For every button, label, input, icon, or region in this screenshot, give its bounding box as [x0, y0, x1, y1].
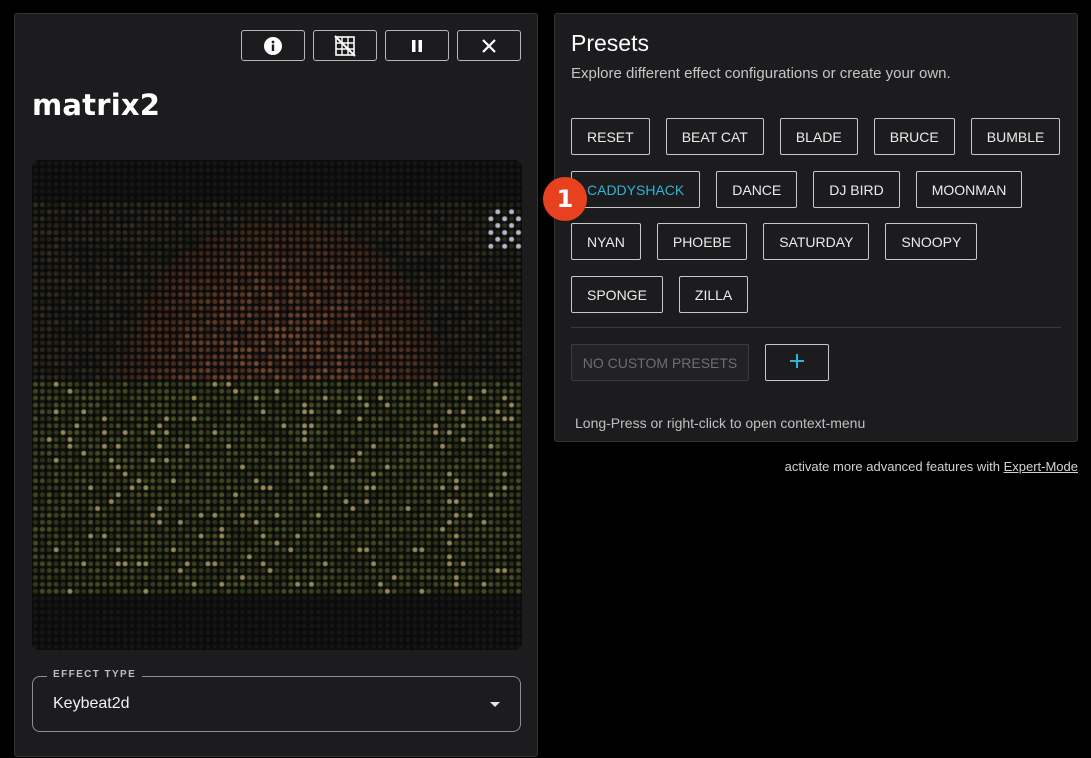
effect-type-select[interactable]: EFFECT TYPE Keybeat2d — [32, 669, 521, 732]
plus-icon — [789, 353, 805, 372]
expert-mode-hint: activate more advanced features with Exp… — [785, 459, 1078, 474]
device-title: matrix2 — [32, 88, 161, 122]
close-button[interactable] — [457, 30, 521, 61]
led-matrix-preview — [32, 160, 522, 650]
context-menu-hint: Long-Press or right-click to open contex… — [575, 415, 866, 431]
preset-button[interactable]: SNOOPY — [885, 223, 978, 260]
preset-row: SPONGE ZILLA — [571, 276, 749, 313]
info-button[interactable] — [241, 30, 305, 61]
preset-button[interactable]: BRUCE — [873, 118, 955, 155]
device-card: matrix2 EFFECT TYPE Keybeat2d — [14, 13, 538, 757]
expert-mode-link[interactable]: Expert-Mode — [1004, 459, 1078, 474]
preset-button-active[interactable]: CADDYSHACK — [571, 171, 701, 208]
device-toolbar — [241, 30, 521, 61]
effect-type-label: EFFECT TYPE — [47, 669, 143, 680]
caret-down-icon — [490, 702, 500, 707]
preset-button[interactable]: MOONMAN — [915, 171, 1023, 208]
preset-button[interactable]: BUMBLE — [970, 118, 1061, 155]
preset-button[interactable]: SPONGE — [571, 276, 663, 313]
presets-title: Presets — [571, 30, 649, 56]
preset-button[interactable]: BEAT CAT — [665, 118, 764, 155]
preset-row: CADDYSHACK DANCE DJ BIRD MOONMAN — [571, 171, 1023, 208]
preset-row: RESET BEAT CAT BLADE BRUCE BUMBLE — [571, 118, 1061, 155]
add-preset-button[interactable] — [765, 344, 829, 381]
preset-button[interactable]: PHOEBE — [656, 223, 748, 260]
preset-button[interactable]: DANCE — [716, 171, 798, 208]
preset-button[interactable]: ZILLA — [678, 276, 749, 313]
preset-button[interactable]: NYAN — [571, 223, 641, 260]
preset-row: NYAN PHOEBE SATURDAY SNOOPY — [571, 223, 978, 260]
presets-subtitle: Explore different effect configurations … — [571, 65, 951, 82]
preset-button[interactable]: SATURDAY — [763, 223, 870, 260]
step-badge: 1 — [543, 177, 587, 221]
pause-icon — [409, 38, 425, 54]
expert-mode-text: activate more advanced features with — [784, 459, 1000, 474]
preset-button[interactable]: BLADE — [779, 118, 858, 155]
presets-divider — [571, 327, 1061, 328]
no-custom-presets-button: NO CUSTOM PRESETS — [571, 344, 749, 381]
effect-type-value: Keybeat2d — [53, 695, 130, 712]
grid-off-button[interactable] — [313, 30, 377, 61]
close-icon — [481, 38, 497, 54]
led-matrix-canvas — [32, 160, 522, 650]
preset-button[interactable]: RESET — [571, 118, 650, 155]
pause-button[interactable] — [385, 30, 449, 61]
presets-card: Presets Explore different effect configu… — [554, 13, 1078, 442]
grid-off-icon — [334, 34, 356, 57]
info-icon — [263, 36, 283, 56]
preset-button[interactable]: DJ BIRD — [813, 171, 900, 208]
